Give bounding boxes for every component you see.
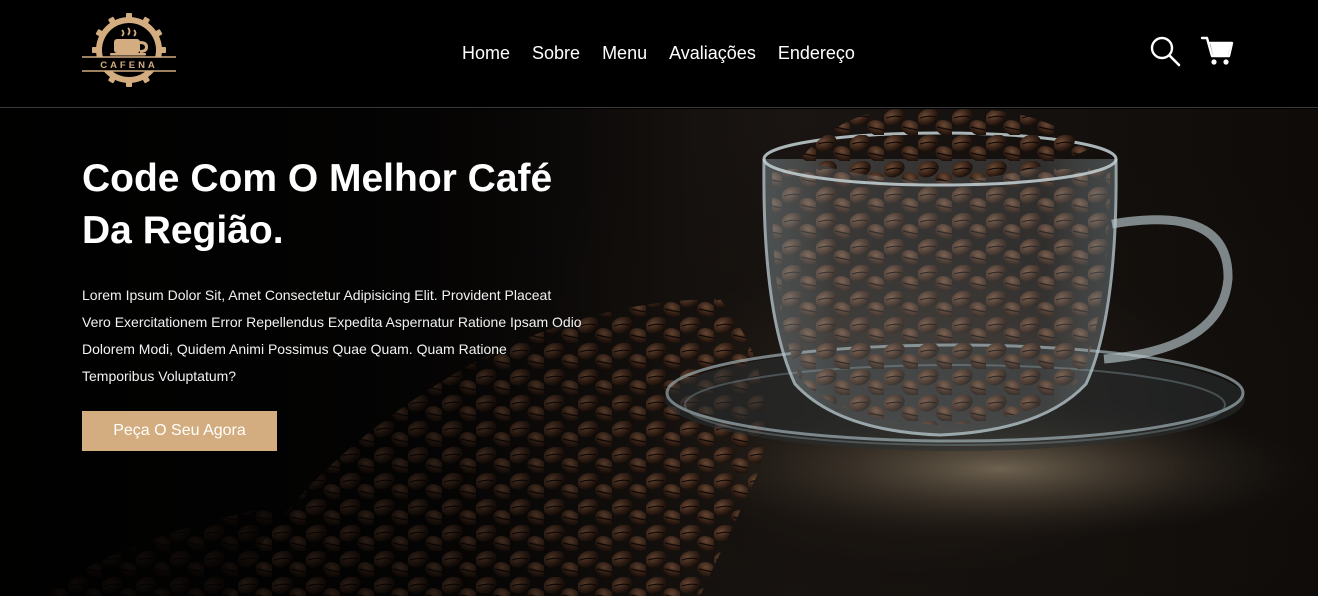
- nav-endereco[interactable]: Endereço: [778, 42, 855, 64]
- site-header: CAFENA Home Sobre Menu Avaliações Endere…: [0, 0, 1318, 108]
- hero-description: Lorem Ipsum Dolor Sit, Amet Consectetur …: [82, 287, 582, 384]
- cart-icon[interactable]: [1200, 34, 1234, 68]
- search-icon[interactable]: [1148, 34, 1182, 68]
- nav-menu[interactable]: Menu: [602, 42, 647, 64]
- hero-title-line1: Code Com O Melhor Café: [82, 157, 553, 200]
- order-now-button[interactable]: Peça O Seu Agora: [82, 411, 277, 451]
- hero-section: Code Com O Melhor Café Da Região. Lorem …: [0, 109, 1318, 596]
- hero-title: Code Com O Melhor Café Da Região.: [82, 153, 602, 257]
- logo-text: CAFENA: [100, 60, 158, 71]
- hero-title-line2: Da Região.: [82, 209, 284, 252]
- main-nav: Home Sobre Menu Avaliações Endereço: [462, 42, 855, 64]
- nav-avaliacoes[interactable]: Avaliações: [669, 42, 756, 64]
- nav-home[interactable]: Home: [462, 42, 510, 64]
- nav-sobre[interactable]: Sobre: [532, 42, 580, 64]
- cafena-logo[interactable]: CAFENA: [80, 10, 178, 92]
